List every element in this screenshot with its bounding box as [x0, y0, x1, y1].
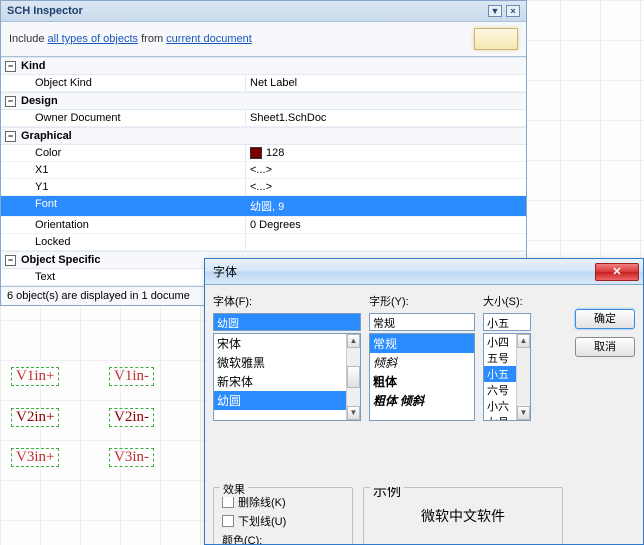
scroll-down-icon[interactable]: ▼: [347, 406, 360, 420]
size-input[interactable]: 小五: [483, 313, 531, 331]
scroll-up-icon[interactable]: ▲: [347, 334, 360, 348]
size-label: 大小(S):: [483, 293, 531, 309]
row-locked[interactable]: Locked: [1, 234, 526, 251]
list-item[interactable]: 宋体: [214, 334, 360, 353]
style-input[interactable]: 常规: [369, 313, 475, 331]
cancel-button[interactable]: 取消: [575, 337, 635, 357]
panel-title-text: SCH Inspector: [7, 5, 83, 17]
include-mid: from: [141, 33, 163, 45]
sample-group: 示例 微软中文软件: [363, 487, 563, 545]
include-prefix: Include: [9, 33, 44, 45]
collapse-icon[interactable]: −: [5, 255, 16, 266]
list-item[interactable]: 幼圆: [214, 391, 360, 410]
section-graphical[interactable]: − Graphical: [1, 127, 526, 145]
font-list[interactable]: 宋体 微软雅黑 新宋体 幼圆 ▲ ▼: [213, 333, 361, 421]
color-swatch-icon: [250, 147, 262, 159]
row-y1[interactable]: Y1 <...>: [1, 179, 526, 196]
font-dialog-title: 字体: [213, 263, 237, 280]
row-x1[interactable]: X1 <...>: [1, 162, 526, 179]
net-label-v2in-plus[interactable]: V2in+: [11, 408, 59, 427]
sample-text: 微软中文软件: [421, 510, 505, 525]
list-item[interactable]: 新宋体: [214, 372, 360, 391]
style-label: 字形(Y):: [369, 293, 475, 309]
panel-titlebar[interactable]: SCH Inspector ▼ ×: [1, 1, 526, 22]
style-list[interactable]: 常规 倾斜 粗体 粗体 倾斜: [369, 333, 475, 421]
row-color[interactable]: Color 128: [1, 145, 526, 162]
scrollbar[interactable]: ▲ ▼: [516, 334, 530, 420]
net-label-v3in-plus[interactable]: V3in+: [11, 448, 59, 467]
row-orientation[interactable]: Orientation 0 Degrees: [1, 217, 526, 234]
collapse-icon[interactable]: −: [5, 131, 16, 142]
section-design[interactable]: − Design: [1, 92, 526, 110]
include-types-link[interactable]: all types of objects: [48, 33, 139, 45]
checkbox-icon: [222, 515, 234, 527]
row-font[interactable]: Font 幼圆, 9: [1, 196, 526, 217]
close-button[interactable]: ✕: [595, 263, 639, 281]
size-list[interactable]: 小四 五号 小五 六号 小六 七号 八号 ▲ ▼: [483, 333, 531, 421]
font-dialog: 字体 ✕ 字体(F): 幼圆 宋体 微软雅黑 新宋体 幼圆 ▲ ▼ 字形(Y):…: [204, 258, 644, 545]
list-item[interactable]: 粗体 倾斜: [370, 391, 474, 410]
effects-legend: 效果: [220, 481, 248, 497]
checkbox-icon: [222, 496, 234, 508]
list-item[interactable]: 倾斜: [370, 353, 474, 372]
row-owner-document[interactable]: Owner Document Sheet1.SchDoc: [1, 110, 526, 127]
list-item[interactable]: 微软雅黑: [214, 353, 360, 372]
font-label: 字体(F):: [213, 293, 361, 309]
net-label-v1in-plus[interactable]: V1in+: [11, 367, 59, 386]
net-label-v1in-minus[interactable]: V1in-: [109, 367, 154, 386]
collapse-icon[interactable]: −: [5, 96, 16, 107]
scrollbar[interactable]: ▲ ▼: [346, 334, 360, 420]
panel-include-bar: Include all types of objects from curren…: [1, 22, 526, 56]
scroll-down-icon[interactable]: ▼: [517, 406, 530, 420]
list-item[interactable]: 常规: [370, 334, 474, 353]
scroll-up-icon[interactable]: ▲: [517, 334, 530, 348]
panel-close-icon[interactable]: ×: [506, 5, 520, 17]
font-name-input[interactable]: 幼圆: [213, 313, 361, 331]
ok-button[interactable]: 确定: [575, 309, 635, 329]
net-label-v3in-minus[interactable]: V3in-: [109, 448, 154, 467]
scroll-thumb[interactable]: [347, 366, 360, 388]
sample-legend: 示例: [370, 487, 404, 501]
section-kind[interactable]: − Kind: [1, 57, 526, 75]
effects-group: 效果 删除线(K) 下划线(U) 颜色(C): 自定义 ▼: [213, 487, 353, 545]
collapse-icon[interactable]: −: [5, 61, 16, 72]
list-item[interactable]: 粗体: [370, 372, 474, 391]
row-object-kind[interactable]: Object Kind Net Label: [1, 75, 526, 92]
net-label-v2in-minus[interactable]: V2in-: [109, 408, 154, 427]
underline-checkbox[interactable]: 下划线(U): [222, 513, 344, 529]
panel-pin-icon[interactable]: [474, 28, 518, 50]
color-label: 颜色(C):: [222, 532, 344, 545]
include-doc-link[interactable]: current document: [166, 33, 252, 45]
font-dialog-titlebar[interactable]: 字体 ✕: [205, 259, 643, 285]
panel-dropdown-icon[interactable]: ▼: [488, 5, 502, 17]
property-grid: − Kind Object Kind Net Label − Design Ow…: [1, 56, 526, 286]
